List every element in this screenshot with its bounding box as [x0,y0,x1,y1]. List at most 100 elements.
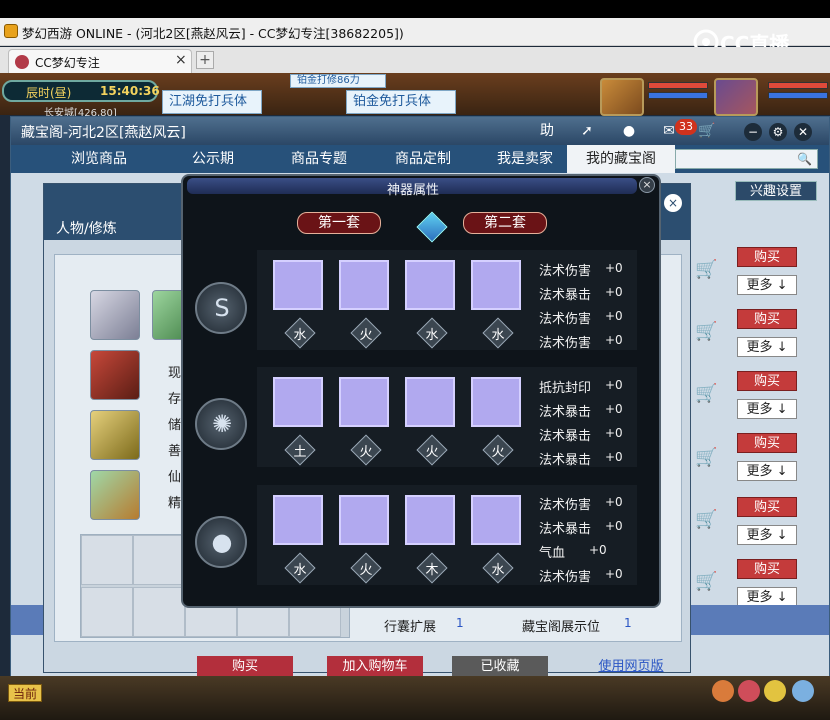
element-label: 火 [359,445,373,460]
attr-name: 法术伤害 [539,312,592,327]
cart-icon[interactable]: 🛒 [695,383,721,405]
hp-bar [648,82,708,89]
buy-button[interactable]: 购买 [737,559,797,579]
attr-value: +0 [605,333,623,347]
tab-my-pavilion[interactable]: 我的藏宝阁 [567,145,675,173]
artifact-slot[interactable] [405,495,455,545]
character-portrait[interactable] [600,78,644,116]
peach-icon[interactable] [712,680,734,702]
buy-button[interactable]: 购买 [737,309,797,329]
ring-item-icon[interactable] [90,290,140,340]
tab-character[interactable]: 人物/修炼 [56,218,117,238]
more-button[interactable]: 更多 ↓ [737,461,797,481]
cart-icon[interactable]: 🛒 [697,122,717,140]
more-button[interactable]: 更多 ↓ [737,337,797,357]
browser-tab[interactable]: CC梦幻专注 × [8,49,192,73]
buy-button[interactable]: 购买 [737,497,797,517]
coin-icon[interactable] [764,680,786,702]
artifact-slot[interactable] [405,260,455,310]
settings-gear-icon[interactable]: ⚙ [769,123,787,141]
cart-icon[interactable]: 🛒 [695,447,721,469]
pet-portrait[interactable] [714,78,758,116]
attr-value: +0 [605,519,623,533]
cart-icon[interactable]: 🛒 [695,321,721,343]
splash-spirit-icon: ✺ [195,398,247,450]
window-titlebar: 藏宝阁-河北2区[燕赵风云] 助 ➚ ● ✉ 33 🛒 − ⚙ ✕ [11,117,829,145]
attr-value: +0 [605,450,623,464]
cart-icon[interactable]: 🛒 [695,509,721,531]
panel-close-button[interactable]: × [639,177,655,193]
share-icon[interactable]: ➚ [577,122,597,140]
interest-settings-button[interactable]: 兴趣设置 [735,181,817,201]
tab-seller[interactable]: 我是卖家 [475,145,575,173]
detail-close-button[interactable]: × [664,194,682,212]
bag-expand-label: 行囊扩展 [384,620,437,635]
add-to-cart-button[interactable]: 加入购物车 [327,656,423,678]
minimize-button[interactable]: − [744,123,762,141]
cart-icon[interactable]: 🛒 [695,259,721,281]
inventory-cell[interactable] [133,587,185,637]
current-channel-button[interactable]: 当前 [8,684,42,702]
hook-item-icon[interactable] [90,410,140,460]
more-button[interactable]: 更多 ↓ [737,525,797,545]
attr-name: 法术暴击 [539,453,592,468]
side-label: 存 [168,392,182,407]
cart-icon[interactable]: 🛒 [695,571,721,593]
web-version-link[interactable]: 使用网页版 [586,656,676,678]
set-two-button[interactable]: 第二套 [463,212,547,234]
side-label: 现 [168,366,182,381]
side-label: 储 [168,418,182,433]
tab-close-icon[interactable]: × [175,52,187,68]
artifact-slot[interactable] [471,495,521,545]
favorited-button[interactable]: 已收藏 [452,656,548,678]
more-button[interactable]: 更多 ↓ [737,399,797,419]
element-label: 水 [425,328,439,343]
inventory-cell[interactable] [81,587,133,637]
inventory-cell[interactable] [81,535,133,585]
artifact-slot[interactable] [339,495,389,545]
artifact-slot[interactable] [405,377,455,427]
artifact-slot[interactable] [273,377,323,427]
element-label: 土 [293,445,307,460]
buy-button[interactable]: 购买 [737,371,797,391]
element-label: 水 [491,328,505,343]
artifact-slot[interactable] [273,495,323,545]
hammer-item-icon[interactable] [90,350,140,400]
buy-button[interactable]: 购买 [737,433,797,453]
record-icon[interactable]: ● [619,122,639,140]
tab-public[interactable]: 公示期 [163,145,263,173]
tab-custom[interactable]: 商品定制 [373,145,473,173]
tab-favicon-icon [15,55,29,69]
tab-topics[interactable]: 商品专题 [269,145,369,173]
tab-browse[interactable]: 浏览商品 [49,145,149,173]
set-one-button[interactable]: 第一套 [297,212,381,234]
more-button[interactable]: 更多 ↓ [737,587,797,607]
bracelet-item-icon[interactable] [90,470,140,520]
attr-name: 抵抗封印 [539,381,592,396]
artifact-slot[interactable] [339,260,389,310]
drop-spirit-icon: ● [195,516,247,568]
side-label: 精 [168,496,182,511]
attr-name: 法术暴击 [539,522,592,537]
artifact-slot[interactable] [339,377,389,427]
artifact-slot[interactable] [471,260,521,310]
gift-icon[interactable] [738,680,760,702]
close-button[interactable]: ✕ [794,123,812,141]
element-label: 木 [425,563,439,578]
artifact-slot[interactable] [273,260,323,310]
attr-name: 法术伤害 [539,264,592,279]
element-label: 水 [293,328,307,343]
inventory-cell[interactable] [133,535,185,585]
new-tab-button[interactable]: + [196,51,214,69]
attr-name: 法术伤害 [539,570,592,585]
search-icon[interactable]: 🔍 [797,152,812,166]
help-icon[interactable]: 助 [537,122,557,140]
artifact-slot[interactable] [471,377,521,427]
system-icon[interactable] [792,680,814,702]
message-count-badge: 33 [675,119,697,135]
side-label: 仙 [168,470,182,485]
buy-button[interactable]: 购买 [197,656,293,678]
more-button[interactable]: 更多 ↓ [737,275,797,295]
buy-button[interactable]: 购买 [737,247,797,267]
display-slot-value: 1 [624,616,632,630]
